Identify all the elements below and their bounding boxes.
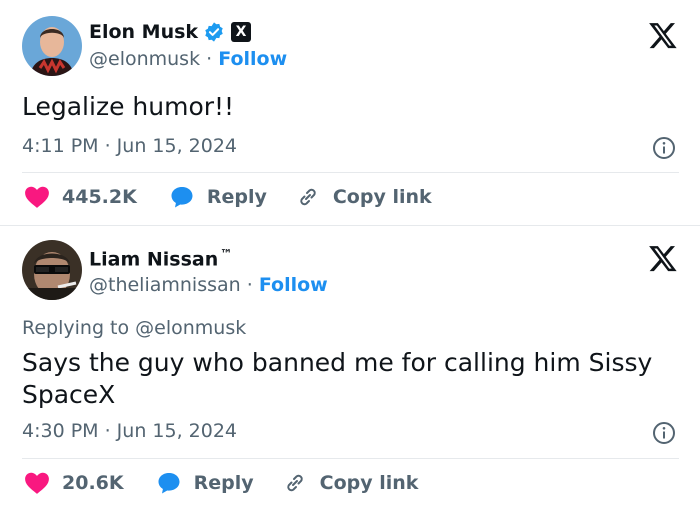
tweet-text: Says the guy who banned me for calling h… [22, 348, 653, 409]
copy-link-button[interactable]: Copy link [282, 471, 419, 495]
copy-link-button[interactable]: Copy link [295, 185, 432, 209]
author-name[interactable]: Elon Musk [89, 21, 198, 43]
like-count: 445.2K [62, 186, 137, 208]
heart-icon [25, 472, 49, 494]
tweet-card: Liam Nissan ™ @theliamnissan · Follow Rep… [0, 226, 700, 511]
avatar[interactable] [22, 240, 82, 300]
separator-dot: · [206, 48, 219, 70]
info-icon[interactable] [652, 136, 676, 160]
divider [22, 172, 679, 173]
author-name[interactable]: Liam Nissan ™ [89, 247, 232, 270]
action-bar: 445.2K Reply Copy link [24, 185, 432, 209]
tweet-timestamp[interactable]: 4:11 PM · Jun 15, 2024 [22, 135, 237, 157]
reply-bubble-icon [171, 187, 193, 208]
link-icon [286, 474, 303, 492]
action-bar: 20.6K Reply Copy link [24, 471, 418, 495]
verified-badge-icon [205, 22, 223, 42]
avatar[interactable] [22, 16, 82, 76]
follow-button[interactable]: Follow [259, 274, 328, 296]
handle-row: @elonmusk · Follow [89, 48, 287, 70]
trademark-symbol: ™ [220, 247, 233, 261]
x-affiliate-badge-icon: X [231, 22, 252, 42]
like-button[interactable]: 445.2K [24, 185, 137, 209]
separator-dot: · [246, 274, 259, 296]
replying-to[interactable]: Replying to @elonmusk [22, 317, 246, 339]
reply-button[interactable]: Reply [156, 471, 254, 495]
heart-icon [25, 186, 49, 208]
reply-label: Reply [193, 472, 254, 494]
tweet-card: Elon Musk X @elonmusk · Follow Legalize … [0, 0, 700, 226]
copy-link-label: Copy link [332, 186, 432, 208]
like-count: 20.6K [62, 472, 124, 494]
reply-label: Reply [206, 186, 267, 208]
like-button[interactable]: 20.6K [24, 471, 124, 495]
handle-row: @theliamnissan · Follow [89, 274, 328, 296]
author-name-row: Liam Nissan ™ [89, 247, 232, 270]
x-logo-icon[interactable] [648, 243, 678, 273]
reply-bubble-icon [158, 473, 180, 494]
reply-button[interactable]: Reply [169, 185, 267, 209]
copy-link-label: Copy link [319, 472, 419, 494]
divider [22, 458, 679, 459]
author-handle[interactable]: @theliamnissan [89, 274, 241, 296]
tweet-timestamp[interactable]: 4:30 PM · Jun 15, 2024 [22, 420, 237, 442]
info-icon[interactable] [652, 421, 676, 445]
link-icon [300, 188, 316, 206]
author-name-row: Elon Musk X [89, 21, 252, 43]
x-logo-icon[interactable] [648, 20, 678, 50]
follow-button[interactable]: Follow [218, 48, 287, 70]
tweet-text: Legalize humor!! [22, 92, 235, 121]
author-handle[interactable]: @elonmusk [89, 48, 200, 70]
